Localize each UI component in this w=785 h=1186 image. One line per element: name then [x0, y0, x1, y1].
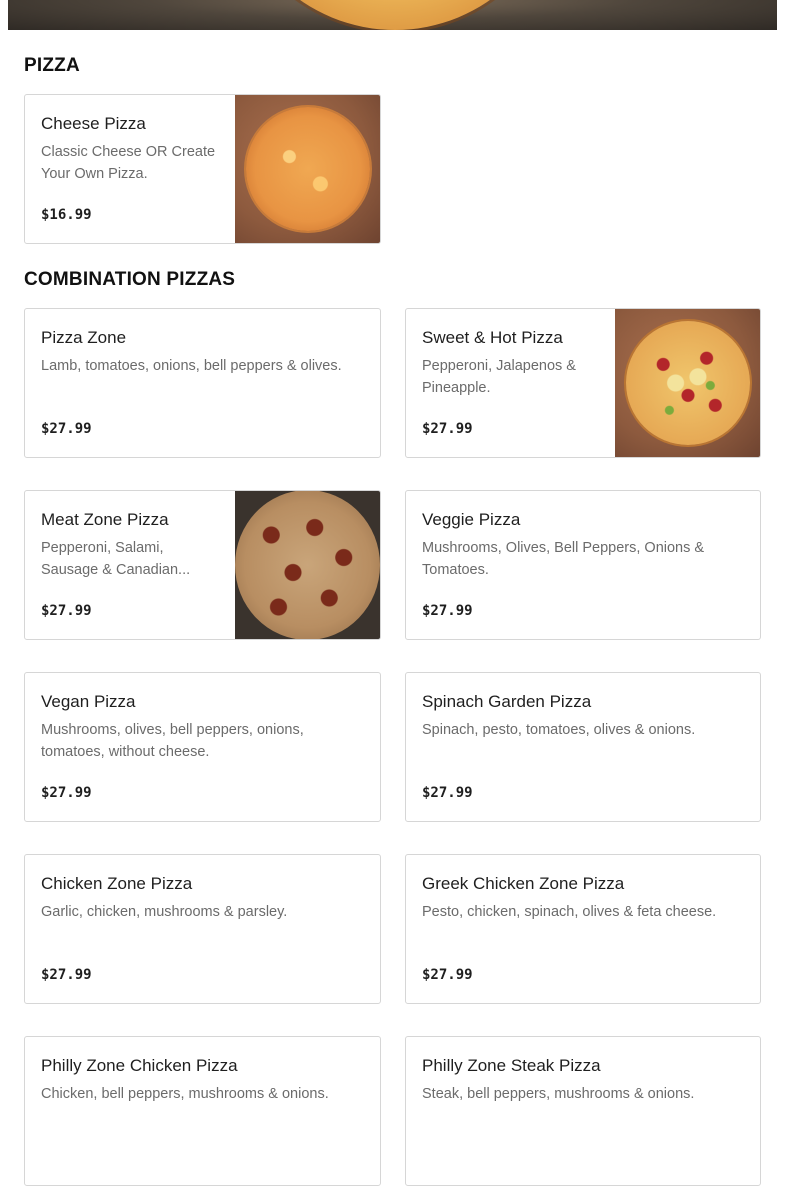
section-title-combination-pizzas: COMBINATION PIZZAS	[24, 269, 236, 290]
item-price: $27.99	[422, 967, 473, 983]
item-description: Pesto, chicken, spinach, olives & feta c…	[422, 904, 717, 920]
item-price: $27.99	[41, 421, 92, 437]
item-name: Greek Chicken Zone Pizza	[422, 874, 625, 893]
item-description: Pepperoni, Salami, Sausage & Canadian...	[41, 540, 191, 578]
item-name: Cheese Pizza	[41, 114, 146, 133]
item-name: Chicken Zone Pizza	[41, 874, 193, 893]
item-description: Mushrooms, olives, bell peppers, onions,…	[41, 722, 304, 760]
item-description: Mushrooms, Olives, Bell Peppers, Onions …	[422, 540, 705, 578]
item-price: $16.99	[41, 207, 92, 223]
item-name: Philly Zone Steak Pizza	[422, 1056, 601, 1075]
item-description: Chicken, bell peppers, mushrooms & onion…	[41, 1086, 329, 1102]
menu-item-meat-zone-pizza[interactable]: Meat Zone Pizza Pepperoni, Salami, Sausa…	[24, 490, 381, 640]
item-name: Pizza Zone	[41, 328, 127, 347]
item-description: Steak, bell peppers, mushrooms & onions.	[422, 1086, 695, 1102]
item-name: Veggie Pizza	[422, 510, 521, 529]
item-price: $27.99	[422, 785, 473, 801]
sweet-hot-pizza-photo	[615, 309, 760, 457]
item-description: Pepperoni, Jalapenos & Pineapple.	[422, 358, 576, 396]
item-price: $27.99	[422, 421, 473, 437]
item-price: $27.99	[41, 603, 92, 619]
menu-item-philly-zone-steak-pizza[interactable]: Philly Zone Steak Pizza Steak, bell pepp…	[405, 1036, 761, 1186]
item-price: $27.99	[41, 785, 92, 801]
item-name: Philly Zone Chicken Pizza	[41, 1056, 238, 1075]
hero-banner-image	[8, 0, 777, 30]
menu-item-pizza-zone[interactable]: Pizza Zone Lamb, tomatoes, onions, bell …	[24, 308, 381, 458]
menu-item-philly-zone-chicken-pizza[interactable]: Philly Zone Chicken Pizza Chicken, bell …	[24, 1036, 381, 1186]
item-name: Spinach Garden Pizza	[422, 692, 592, 711]
item-description: Lamb, tomatoes, onions, bell peppers & o…	[41, 358, 342, 374]
menu-item-vegan-pizza[interactable]: Vegan Pizza Mushrooms, olives, bell pepp…	[24, 672, 381, 822]
item-description: Spinach, pesto, tomatoes, olives & onion…	[422, 722, 696, 738]
hero-pizza-photo	[230, 0, 560, 30]
menu-item-chicken-zone-pizza[interactable]: Chicken Zone Pizza Garlic, chicken, mush…	[24, 854, 381, 1004]
menu-item-spinach-garden-pizza[interactable]: Spinach Garden Pizza Spinach, pesto, tom…	[405, 672, 761, 822]
meat-zone-pizza-photo	[235, 491, 380, 639]
item-description: Garlic, chicken, mushrooms & parsley.	[41, 904, 288, 920]
item-price: $27.99	[422, 603, 473, 619]
item-description: Classic Cheese OR Create Your Own Pizza.	[41, 144, 216, 182]
item-name: Sweet & Hot Pizza	[422, 328, 563, 347]
menu-item-sweet-hot-pizza[interactable]: Sweet & Hot Pizza Pepperoni, Jalapenos &…	[405, 308, 761, 458]
item-price: $27.99	[41, 967, 92, 983]
menu-item-greek-chicken-zone-pizza[interactable]: Greek Chicken Zone Pizza Pesto, chicken,…	[405, 854, 761, 1004]
item-name: Meat Zone Pizza	[41, 510, 169, 529]
menu-item-cheese-pizza[interactable]: Cheese Pizza Classic Cheese OR Create Yo…	[24, 94, 381, 244]
item-name: Vegan Pizza	[41, 692, 136, 711]
section-title-pizza: PIZZA	[24, 55, 80, 76]
menu-item-veggie-pizza[interactable]: Veggie Pizza Mushrooms, Olives, Bell Pep…	[405, 490, 761, 640]
cheese-pizza-photo	[235, 95, 380, 243]
